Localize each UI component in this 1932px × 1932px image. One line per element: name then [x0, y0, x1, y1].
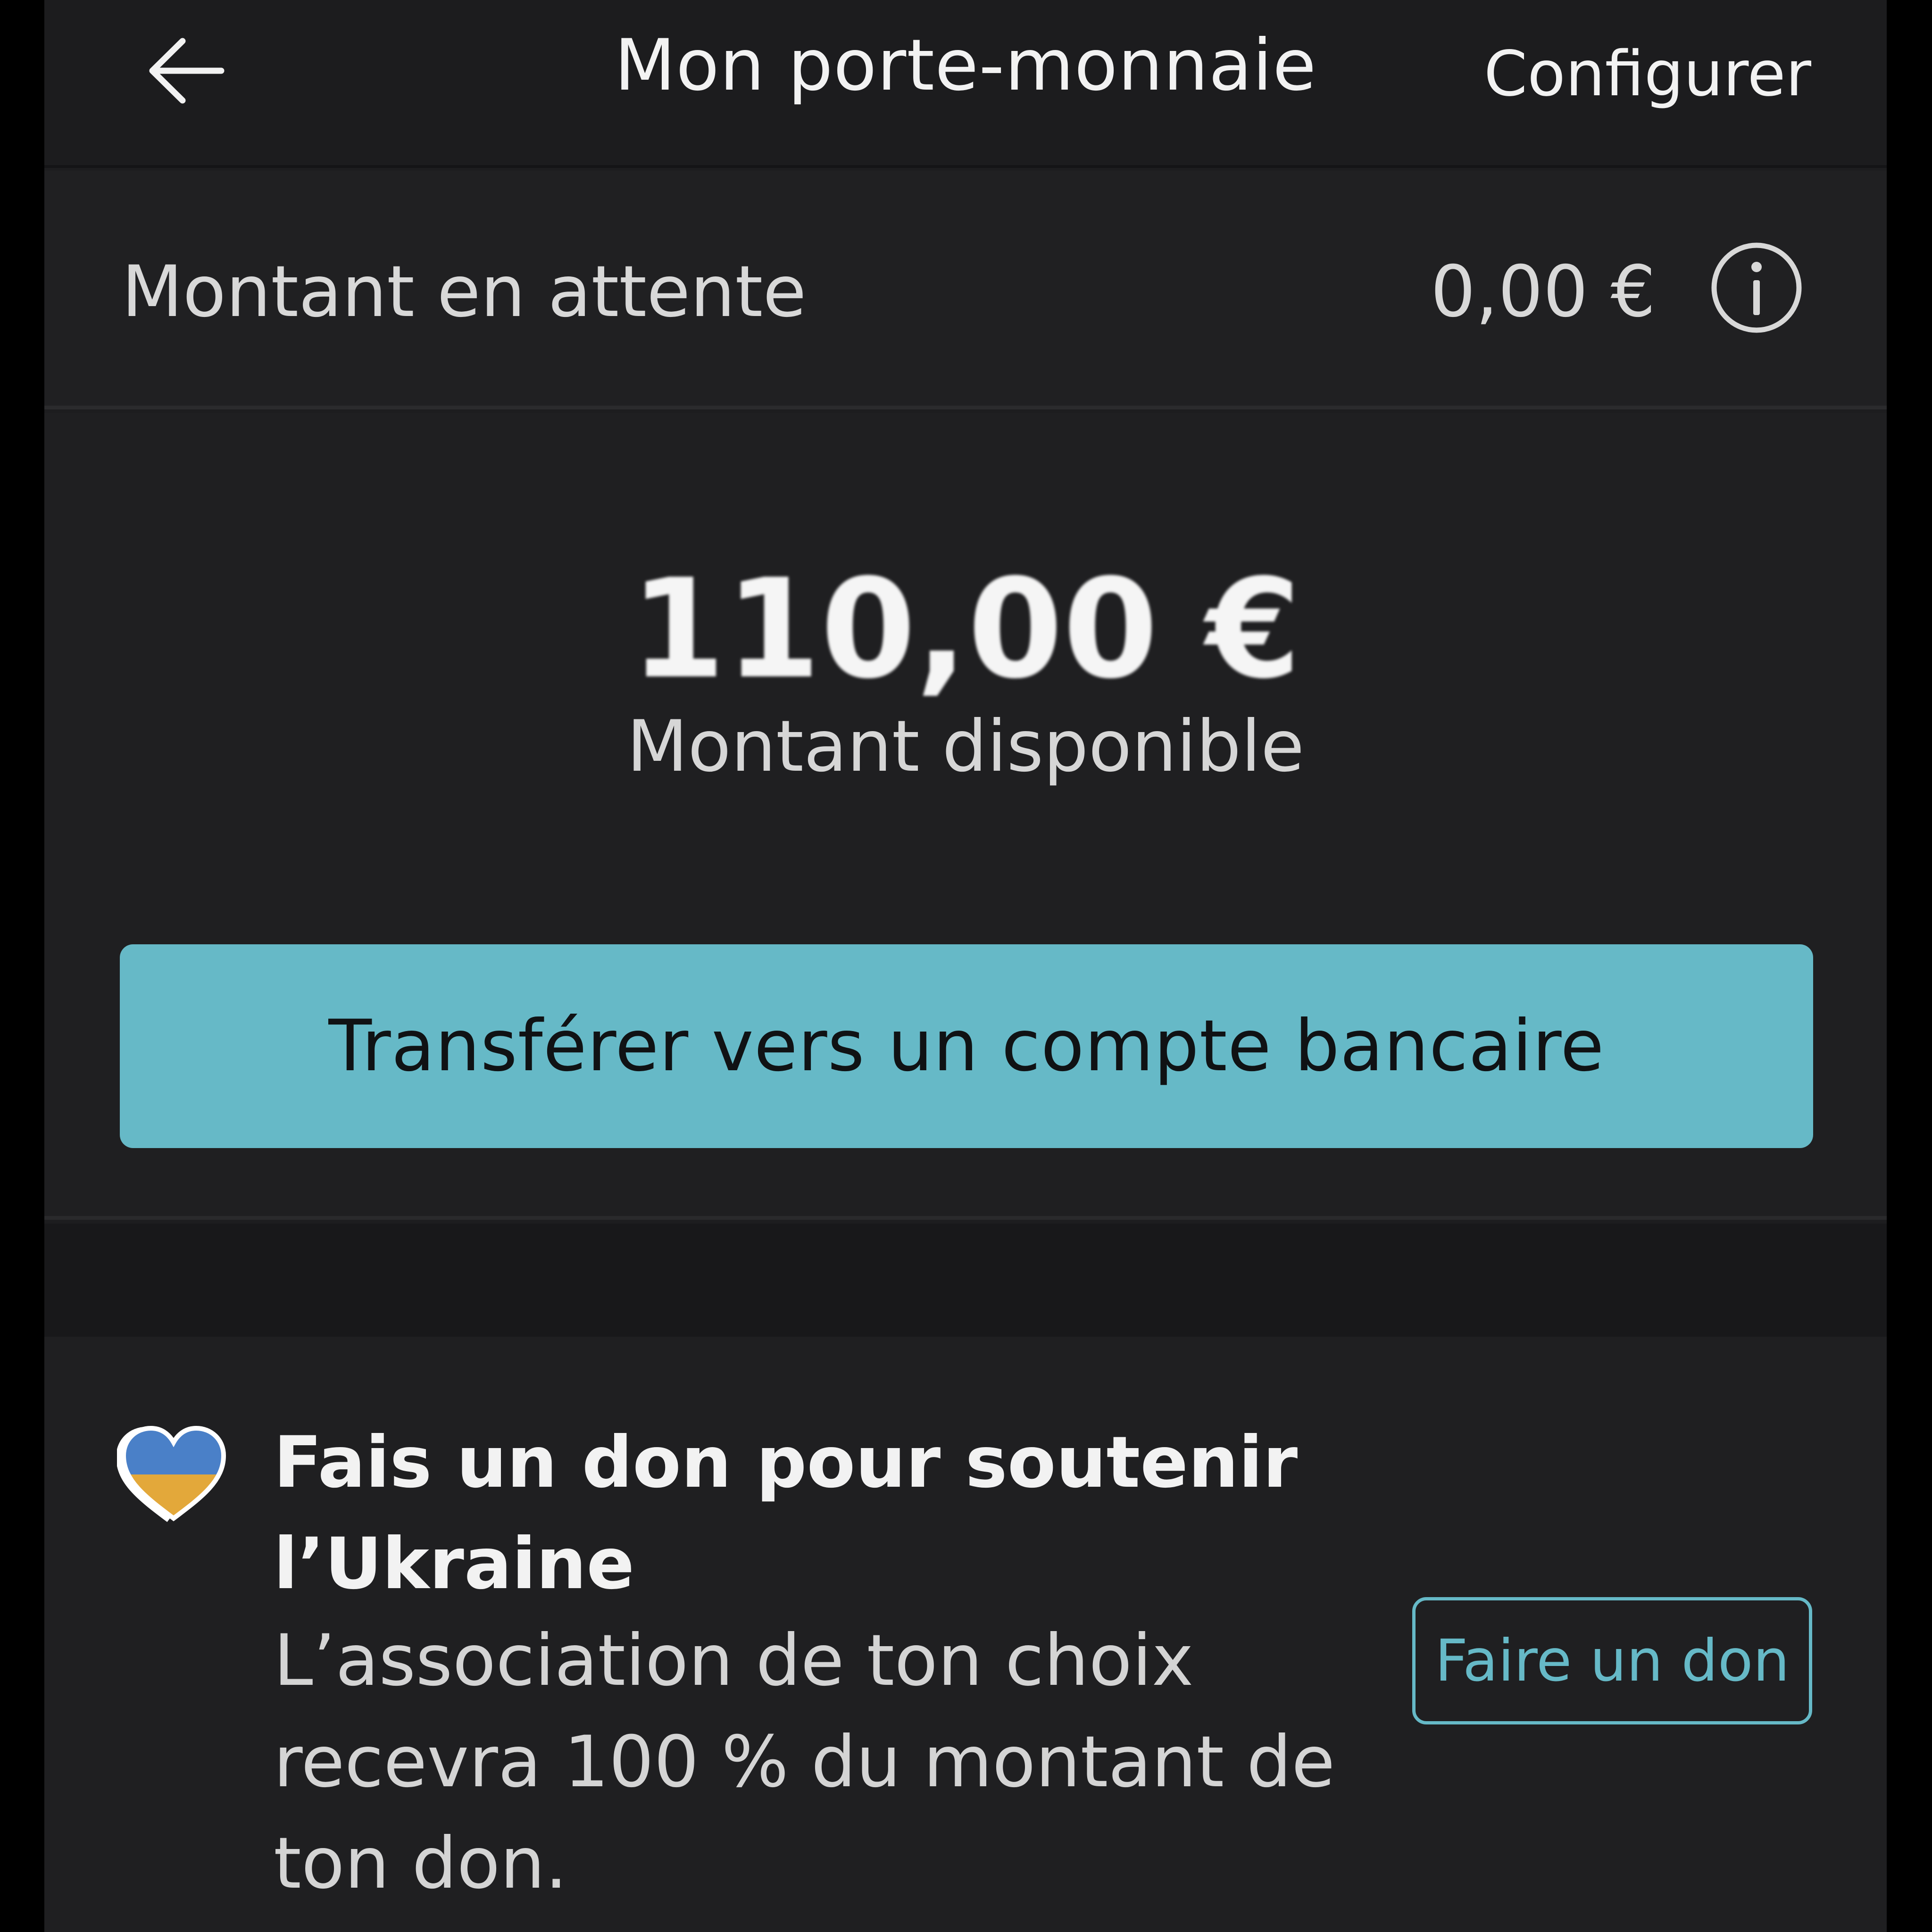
wallet-screen: Mon porte-monnaie Configurer Montant en … [44, 0, 1887, 1932]
pending-amount-label: Montant en attente [122, 251, 807, 333]
ukraine-heart-icon [116, 1422, 230, 1525]
transfer-to-bank-button[interactable]: Transférer vers un compte bancaire [120, 944, 1813, 1148]
available-balance: 110,00 € [630, 550, 1301, 709]
top-bar: Mon porte-monnaie Configurer [44, 0, 1887, 168]
pending-amount-value: 0,00 € [1430, 251, 1656, 333]
info-icon[interactable] [1709, 241, 1804, 335]
donate-button[interactable]: Faire un don [1412, 1597, 1812, 1724]
pending-amount-row: Montant en attente 0,00 € [44, 171, 1887, 409]
configure-button[interactable]: Configurer [1484, 38, 1811, 110]
donation-title: Fais un don pour soutenir l’Ukraine [274, 1422, 1298, 1605]
donation-card: Fais un don pour soutenir l’Ukraine L’as… [44, 1337, 1887, 1932]
balance-section: 110,00 € Montant disponible Transférer v… [44, 413, 1887, 1220]
available-balance-label: Montant disponible [626, 706, 1305, 788]
section-divider [44, 1224, 1887, 1337]
donation-description: L’association de ton choix recevra 100 %… [274, 1620, 1335, 1905]
